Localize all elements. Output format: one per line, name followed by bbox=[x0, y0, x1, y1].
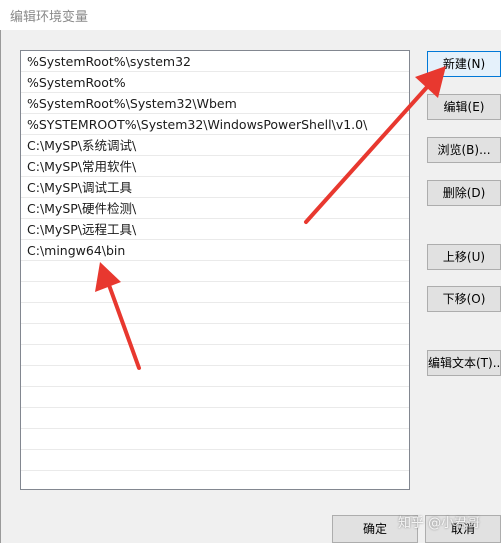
list-item-empty[interactable] bbox=[21, 303, 409, 324]
list-item[interactable]: C:\MySP\硬件检测\ bbox=[21, 198, 409, 219]
move-up-button[interactable]: 上移(U) bbox=[427, 244, 501, 270]
list-item[interactable]: %SystemRoot%\System32\Wbem bbox=[21, 93, 409, 114]
list-item[interactable]: C:\MySP\常用软件\ bbox=[21, 156, 409, 177]
edit-text-button[interactable]: 编辑文本(T)... bbox=[427, 350, 501, 376]
list-item[interactable]: %SYSTEMROOT%\System32\WindowsPowerShell\… bbox=[21, 114, 409, 135]
list-item[interactable]: %SystemRoot%\system32 bbox=[21, 51, 409, 72]
move-down-button[interactable]: 下移(O) bbox=[427, 286, 501, 312]
list-item[interactable]: C:\MySP\系统调试\ bbox=[21, 135, 409, 156]
path-list[interactable]: %SystemRoot%\system32 %SystemRoot% %Syst… bbox=[20, 50, 410, 490]
list-item-empty[interactable] bbox=[21, 261, 409, 282]
list-item-empty[interactable] bbox=[21, 366, 409, 387]
list-item-empty[interactable] bbox=[21, 387, 409, 408]
list-item-empty[interactable] bbox=[21, 345, 409, 366]
list-item[interactable]: C:\MySP\远程工具\ bbox=[21, 219, 409, 240]
list-item-empty[interactable] bbox=[21, 408, 409, 429]
list-item[interactable]: C:\MySP\调试工具 bbox=[21, 177, 409, 198]
list-item-empty[interactable] bbox=[21, 282, 409, 303]
window-title: 编辑环境变量 bbox=[10, 10, 89, 25]
watermark: 知乎 @小君哥 bbox=[398, 516, 481, 531]
edit-button[interactable]: 编辑(E) bbox=[427, 94, 501, 120]
delete-button[interactable]: 删除(D) bbox=[427, 180, 501, 206]
list-item-empty[interactable] bbox=[21, 324, 409, 345]
list-item-empty[interactable] bbox=[21, 450, 409, 471]
list-item[interactable]: %SystemRoot% bbox=[21, 72, 409, 93]
window-left-border bbox=[0, 30, 1, 543]
list-item[interactable]: C:\mingw64\bin bbox=[21, 240, 409, 261]
new-button[interactable]: 新建(N) bbox=[427, 51, 501, 77]
browse-button[interactable]: 浏览(B)... bbox=[427, 137, 501, 163]
list-item-empty[interactable] bbox=[21, 429, 409, 450]
edit-environment-variable-dialog: 编辑环境变量 %SystemRoot%\system32 %SystemRoot… bbox=[0, 0, 501, 543]
title-bar: 编辑环境变量 bbox=[0, 0, 501, 30]
